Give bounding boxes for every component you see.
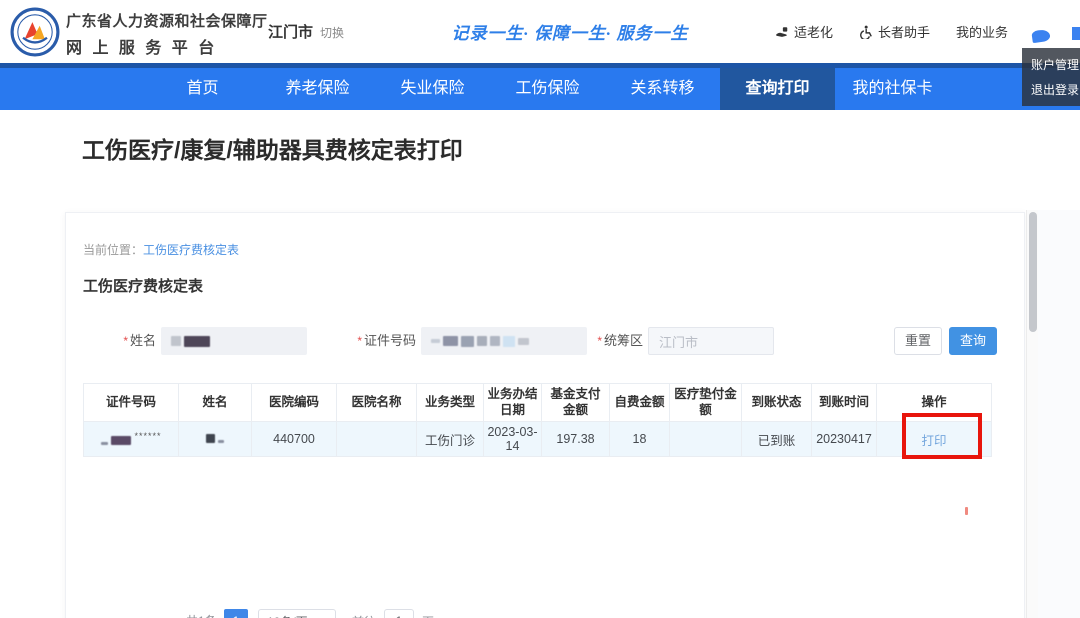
cell-hospital-name: [337, 422, 417, 457]
cert-label: *证件号码: [338, 327, 416, 355]
section-title: 工伤医疗费核定表: [83, 275, 203, 296]
content-card: 当前位置：工伤医疗费核定表 工伤医疗费核定表 *姓名 *证件号码 *统筹区 江门…: [65, 212, 1025, 618]
cell-hospital-code: 440700: [252, 422, 337, 457]
reset-button[interactable]: 重置: [894, 327, 942, 355]
breadcrumb-label: 当前位置：: [83, 243, 143, 257]
switch-city-link[interactable]: 切换: [320, 24, 344, 41]
cell-cert-no: ******: [84, 422, 179, 457]
nav-item-home[interactable]: 首页: [145, 68, 260, 110]
site-slogan: 记录一生· 保障一生· 服务一生: [425, 19, 715, 44]
redacted-blob: [101, 442, 108, 445]
gov-logo: [10, 7, 60, 57]
table-row: ****** 440700 工伤门诊 2023-03-14 197.38 18: [84, 422, 992, 457]
menu-item-logout[interactable]: 退出登录: [1031, 81, 1080, 98]
elder-helper-label: 长者助手: [878, 22, 930, 41]
breadcrumb: 当前位置：工伤医疗费核定表: [83, 241, 239, 258]
cert-input[interactable]: [421, 327, 587, 355]
pointer-icon: [1031, 29, 1050, 43]
pagination-size-select[interactable]: 10条/页 ▾: [258, 609, 336, 618]
redacted-blob: [503, 336, 515, 347]
my-business-label: 我的业务: [956, 22, 1008, 41]
my-business-button[interactable]: 我的业务: [956, 22, 1008, 41]
main-nav: 首页 养老保险 失业保险 工伤保险 关系转移 查询打印 我的社保卡: [0, 63, 1080, 110]
current-city: 江门市: [268, 21, 313, 42]
nav-item-unemployment[interactable]: 失业保险: [375, 68, 490, 110]
query-button[interactable]: 查询: [949, 327, 997, 355]
nav-item-social-card[interactable]: 我的社保卡: [835, 68, 950, 110]
col-name: 姓名: [179, 384, 252, 422]
nav-item-work-injury[interactable]: 工伤保险: [490, 68, 605, 110]
redacted-blob: [111, 436, 131, 445]
col-arrive-time: 到账时间: [812, 384, 877, 422]
col-cert-no: 证件号码: [84, 384, 179, 422]
pagination-goto-label: 前往: [352, 613, 376, 618]
partial-avatar-icon[interactable]: [1072, 27, 1080, 40]
top-header: 广东省人力资源和社会保障厅 网 上 服 务 平 台 江门市 切换 记录一生· 保…: [0, 0, 1080, 63]
wheelchair-icon: [859, 25, 873, 39]
table-header-row: 证件号码 姓名 医院编码 医院名称 业务类型 业务办结日期 基金支付金额 自费金…: [84, 384, 992, 422]
name-input[interactable]: [161, 327, 307, 355]
breadcrumb-current-link[interactable]: 工伤医疗费核定表: [143, 243, 239, 257]
elder-helper-button[interactable]: 长者助手: [859, 22, 930, 41]
redacted-blob: [431, 339, 440, 343]
elder-mode-button[interactable]: 适老化: [775, 22, 833, 41]
pagination: 共1条 1 10条/页 ▾ 前往 1 页: [66, 609, 1006, 618]
redacted-blob: [184, 336, 210, 347]
name-label: *姓名: [84, 327, 156, 355]
cell-arrive-time: 20230417: [812, 422, 877, 457]
org-name-line1: 广东省人力资源和社会保障厅: [66, 10, 268, 31]
col-fund-amount: 基金支付金额: [542, 384, 610, 422]
header-menu: 适老化 长者助手 我的业务: [775, 22, 1008, 41]
cell-fund-amount: 197.38: [542, 422, 610, 457]
cell-business-type: 工伤门诊: [417, 422, 484, 457]
site-title: 广东省人力资源和社会保障厅 网 上 服 务 平 台: [66, 10, 268, 58]
col-hospital-name: 医院名称: [337, 384, 417, 422]
nav-item-query-print[interactable]: 查询打印: [720, 68, 835, 110]
cell-self-amount: 18: [610, 422, 670, 457]
pagination-goto-suffix: 页: [422, 613, 434, 618]
col-advance-amount: 医疗垫付金额: [670, 384, 742, 422]
redacted-blob: [443, 336, 458, 346]
vertical-scrollbar[interactable]: [1026, 210, 1038, 618]
redacted-blob: [518, 338, 529, 345]
scrollbar-thumb[interactable]: [1029, 212, 1037, 332]
col-self-amount: 自费金额: [610, 384, 670, 422]
results-table: 证件号码 姓名 医院编码 医院名称 业务类型 业务办结日期 基金支付金额 自费金…: [83, 383, 991, 457]
cell-arrive-status: 已到账: [742, 422, 812, 457]
region-input[interactable]: 江门市: [648, 327, 774, 355]
region-value: 江门市: [659, 332, 698, 351]
cell-settle-date: 2023-03-14: [484, 422, 542, 457]
redacted-blob: [490, 336, 500, 346]
page-title: 工伤医疗/康复/辅助器具费核定表打印: [82, 131, 463, 165]
col-business-type: 业务类型: [417, 384, 484, 422]
org-name-line2: 网 上 服 务 平 台: [66, 34, 268, 58]
cell-advance-amount: [670, 422, 742, 457]
region-label: *统筹区: [571, 327, 643, 355]
elder-mode-icon: [775, 25, 789, 39]
right-margin: [1038, 210, 1080, 618]
pagination-total: 共1条: [186, 612, 217, 618]
redacted-blob: [218, 440, 224, 443]
nav-item-transfer[interactable]: 关系转移: [605, 68, 720, 110]
nav-item-pension[interactable]: 养老保险: [260, 68, 375, 110]
cell-name: [179, 422, 252, 457]
menu-item-account-management[interactable]: 账户管理: [1031, 56, 1080, 73]
redacted-blob: [477, 336, 487, 346]
col-settle-date: 业务办结日期: [484, 384, 542, 422]
redacted-blob: [461, 336, 474, 347]
pagination-goto-input[interactable]: 1: [384, 609, 414, 618]
pagination-page-1[interactable]: 1: [224, 609, 248, 618]
annotation-box: [902, 413, 982, 459]
redacted-blob: [171, 336, 181, 346]
col-arrive-status: 到账状态: [742, 384, 812, 422]
account-dropdown: 账户管理 退出登录: [1022, 48, 1080, 106]
elder-mode-label: 适老化: [794, 22, 833, 41]
redacted-blob: [206, 434, 215, 443]
col-hospital-code: 医院编码: [252, 384, 337, 422]
red-cursor-mark: [965, 507, 968, 515]
chevron-down-icon: ▾: [323, 610, 329, 618]
city-switcher: 江门市 切换: [268, 21, 344, 42]
screen: 广东省人力资源和社会保障厅 网 上 服 务 平 台 江门市 切换 记录一生· 保…: [0, 0, 1080, 618]
